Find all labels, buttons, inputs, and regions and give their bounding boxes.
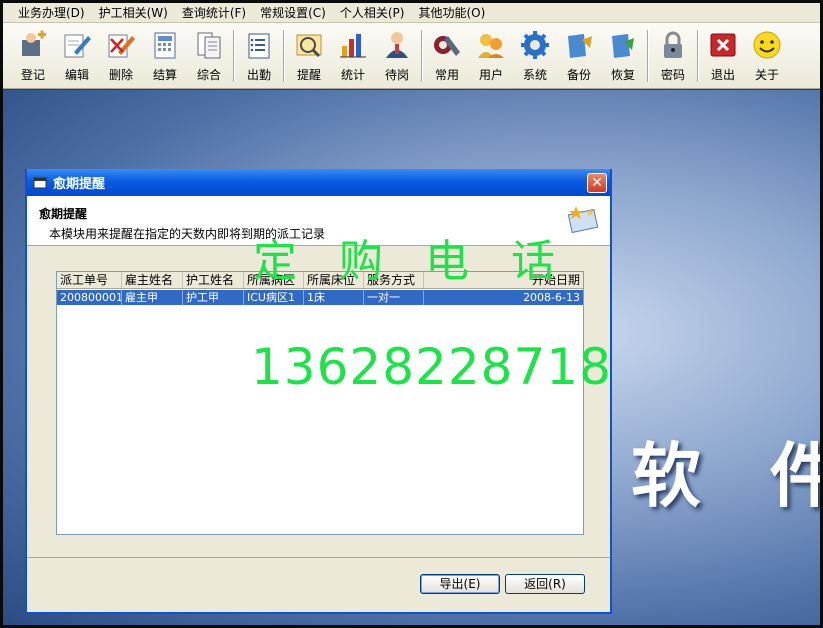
delete-icon — [105, 29, 137, 61]
menu-business[interactable]: 业务办理(D) — [11, 4, 92, 21]
exit-label: 退出 — [710, 68, 735, 82]
bar-chart-icon — [337, 29, 369, 61]
watermark-title: 定购电话 — [253, 236, 597, 287]
users-button[interactable]: 用户 — [469, 27, 513, 85]
about-label: 关于 — [754, 68, 779, 82]
cell-bed: 1床 — [304, 290, 364, 305]
header-title: 愈期提醒 — [39, 207, 88, 221]
lock-icon — [657, 29, 689, 61]
edit-pen-icon — [61, 29, 93, 61]
about-button[interactable]: 关于 — [745, 27, 789, 85]
common-tools-icon — [431, 29, 463, 61]
delete-label: 删除 — [108, 68, 133, 82]
toolbar-separator — [283, 30, 285, 82]
reminder-button[interactable]: 提醒 — [287, 27, 331, 85]
close-button[interactable]: ✕ — [587, 173, 607, 193]
back-button[interactable]: 返回(R) — [505, 574, 585, 594]
menu-settings[interactable]: 常规设置(C) — [253, 4, 333, 21]
toolbar-separator — [647, 30, 649, 82]
cell-dispatch-no: 200800001 — [57, 290, 122, 305]
table-row[interactable]: 200800001 雇主甲 护工甲 ICU病区1 1床 一对一 2008-6-1… — [57, 290, 583, 305]
password-label: 密码 — [660, 68, 685, 82]
cell-caregiver: 护工甲 — [183, 290, 244, 305]
overview-button[interactable]: 综合 — [187, 27, 231, 85]
menu-other[interactable]: 其他功能(O) — [411, 4, 492, 21]
gear-icon — [519, 29, 551, 61]
backup-button[interactable]: 备份 — [557, 27, 601, 85]
attendance-icon — [243, 29, 275, 61]
reminder-label: 提醒 — [296, 68, 321, 82]
menu-query-stats[interactable]: 查询统计(F) — [175, 4, 253, 21]
restore-label: 恢复 — [610, 68, 635, 82]
cell-ward: ICU病区1 — [244, 290, 304, 305]
close-icon: ✕ — [591, 175, 603, 191]
column-header[interactable]: 雇主姓名 — [122, 272, 183, 288]
menu-caregiver[interactable]: 护工相关(W) — [92, 4, 175, 21]
exit-button[interactable]: 退出 — [701, 27, 745, 85]
settle-label: 结算 — [152, 68, 177, 82]
exit-icon — [707, 29, 739, 61]
backup-icon — [563, 29, 595, 61]
settle-icon — [149, 29, 181, 61]
cell-service-mode: 一对一 — [364, 290, 424, 305]
window-icon — [33, 177, 47, 189]
register-button[interactable]: 登记 — [11, 27, 55, 85]
system-label: 系统 — [522, 68, 547, 82]
users-icon — [475, 29, 507, 61]
statistics-label: 统计 — [340, 68, 365, 82]
register-label: 登记 — [20, 68, 45, 82]
export-button[interactable]: 导出(E) — [420, 574, 500, 594]
overview-label: 综合 — [196, 68, 221, 82]
edit-button[interactable]: 编辑 — [55, 27, 99, 85]
dialog-title: 愈期提醒 — [53, 177, 106, 192]
waiting-person-icon — [381, 29, 413, 61]
overview-icon — [193, 29, 225, 61]
cell-start-date: 2008-6-13 — [523, 291, 580, 304]
dispatch-record-list[interactable]: 派工单号 雇主姓名 护工姓名 所属病区 所属床位 服务方式 开始日期 20080… — [56, 271, 584, 535]
smiley-icon — [751, 29, 783, 61]
restore-icon — [607, 29, 639, 61]
register-add-icon — [17, 29, 49, 61]
column-header[interactable]: 护工姓名 — [183, 272, 244, 288]
app-window: 业务办理(D) 护工相关(W) 查询统计(F) 常规设置(C) 个人相关(P) … — [0, 0, 823, 628]
users-label: 用户 — [478, 68, 503, 82]
edit-label: 编辑 — [64, 68, 89, 82]
restore-button[interactable]: 恢复 — [601, 27, 645, 85]
column-header[interactable]: 派工单号 — [57, 272, 122, 288]
reminder-icon — [293, 29, 325, 61]
settle-button[interactable]: 结算 — [143, 27, 187, 85]
toolbar-separator — [233, 30, 235, 82]
attendance-button[interactable]: 出勤 — [237, 27, 281, 85]
waiting-label: 待岗 — [384, 68, 409, 82]
waiting-button[interactable]: 待岗 — [375, 27, 419, 85]
background-word: 软 件 — [631, 434, 820, 517]
common-label: 常用 — [434, 68, 459, 82]
toolbar: 登记 编辑 删除 结算 综合 出勤 提醒 统计 待岗 常用 用户 系统 备份 恢… — [3, 23, 820, 89]
delete-button[interactable]: 删除 — [99, 27, 143, 85]
statistics-button[interactable]: 统计 — [331, 27, 375, 85]
password-button[interactable]: 密码 — [651, 27, 695, 85]
backup-label: 备份 — [566, 68, 591, 82]
cell-employer: 雇主甲 — [122, 290, 183, 305]
system-button[interactable]: 系统 — [513, 27, 557, 85]
dialog-titlebar[interactable]: 愈期提醒 ✕ — [27, 169, 610, 196]
toolbar-separator — [421, 30, 423, 82]
menu-personal[interactable]: 个人相关(P) — [333, 4, 412, 21]
watermark-phone: 13628228718 — [251, 338, 612, 396]
button-area: 导出(E) 返回(R) — [27, 557, 610, 594]
attendance-label: 出勤 — [246, 68, 271, 82]
menubar: 业务办理(D) 护工相关(W) 查询统计(F) 常规设置(C) 个人相关(P) … — [3, 3, 820, 23]
common-button[interactable]: 常用 — [425, 27, 469, 85]
toolbar-separator — [697, 30, 699, 82]
